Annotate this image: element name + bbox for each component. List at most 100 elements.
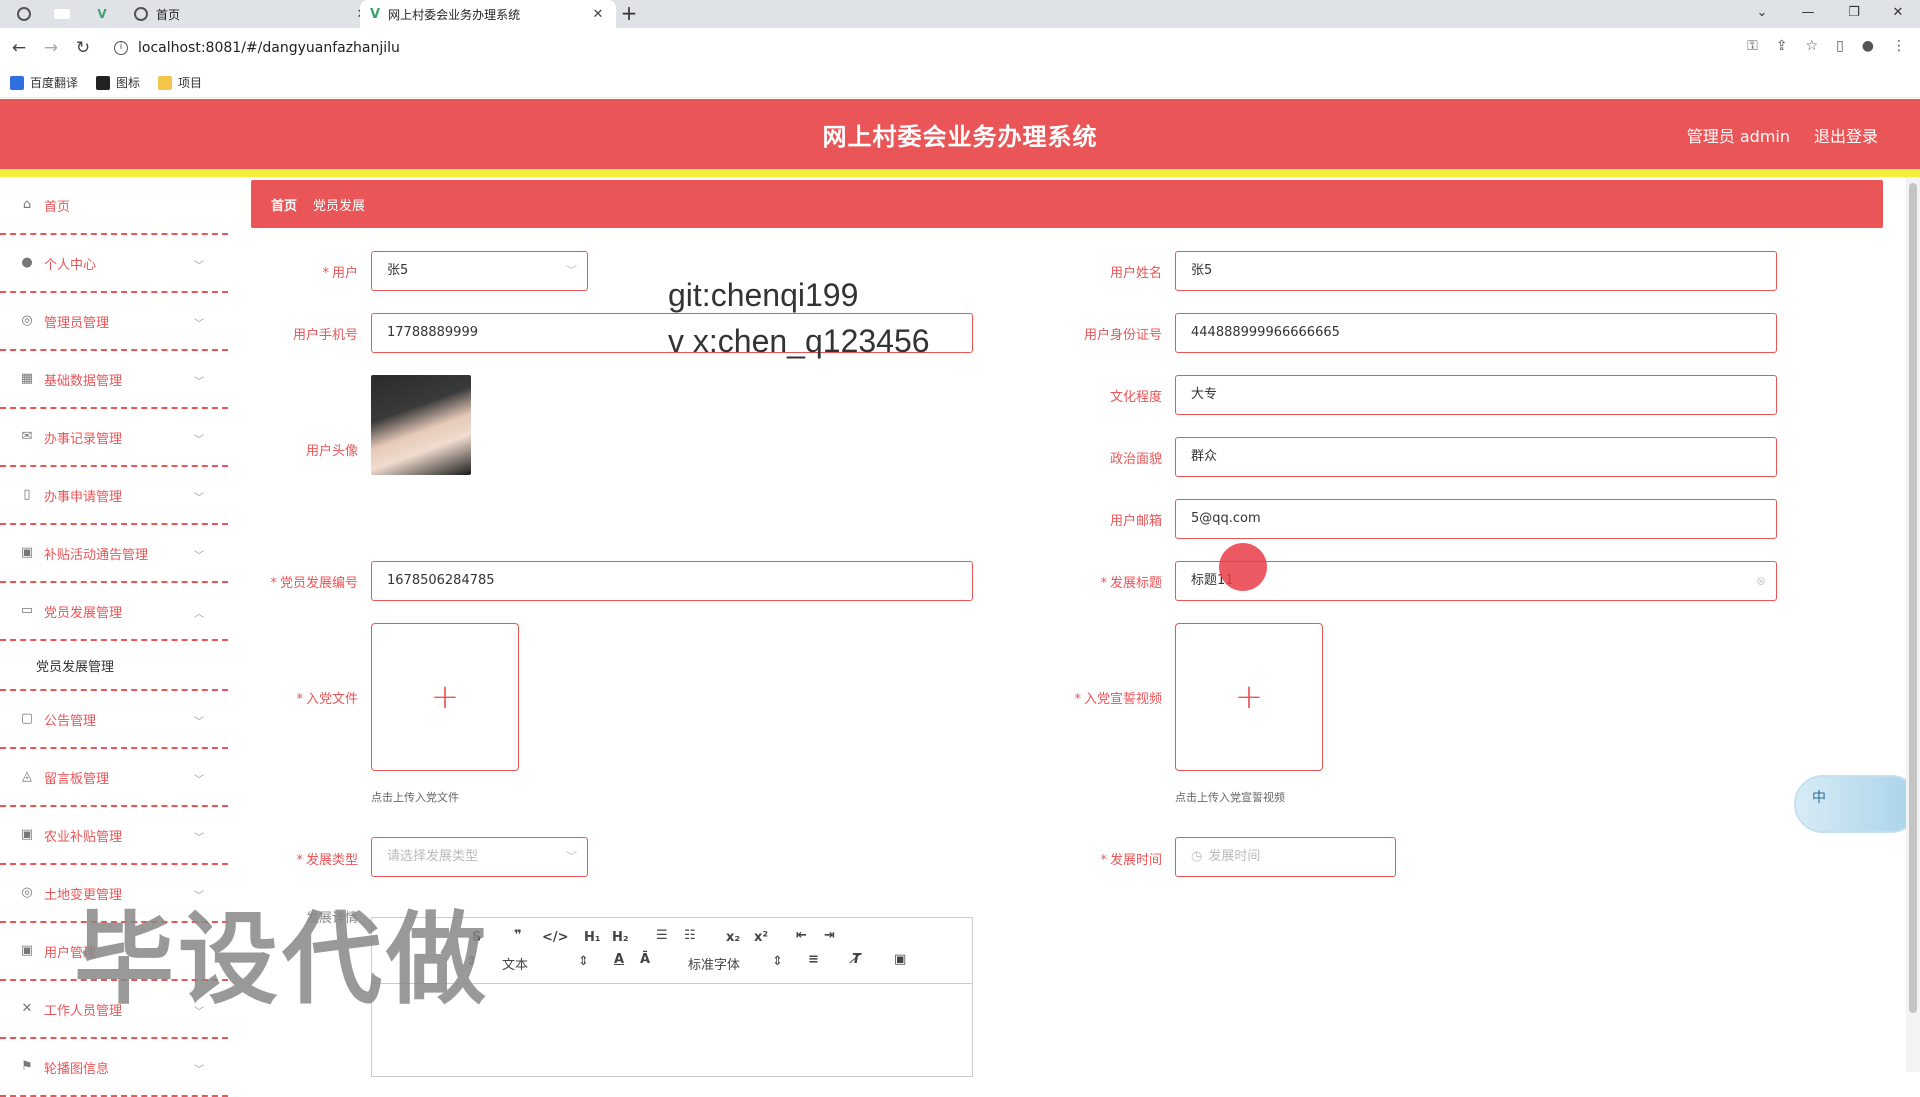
chevron-down-icon: ﹀ — [194, 551, 204, 562]
bullet-list-icon[interactable]: ☷ — [684, 928, 696, 943]
folder-icon — [158, 75, 173, 90]
info-icon[interactable]: i — [114, 41, 128, 55]
tab-favicon-1[interactable] — [6, 0, 42, 28]
font-family-caret[interactable]: ⇕ — [772, 954, 783, 969]
quote-icon[interactable]: ❞ — [514, 928, 522, 943]
joinfile-upload[interactable]: + — [371, 623, 519, 771]
sidebar-item-announcements[interactable]: ▢ 公告管理 ﹀ — [0, 691, 228, 749]
tab-system[interactable]: V 网上村委会业务办理系统 ✕ — [360, 0, 616, 28]
blank-page-icon — [54, 9, 70, 19]
ordered-list-icon[interactable]: ☰ — [656, 928, 668, 943]
restore-icon[interactable]: ❐ — [1832, 0, 1876, 28]
sidepanel-icon[interactable]: ▯ — [1836, 38, 1844, 54]
sidebar-item-basedata[interactable]: ▦ 基础数据管理 ﹀ — [0, 351, 228, 409]
header-accent-bar — [0, 169, 1920, 177]
plus-icon: + — [430, 677, 460, 717]
clear-icon[interactable]: ⊗ — [1756, 562, 1766, 600]
sidebar-item-home[interactable]: ⌂ 首页 — [0, 177, 228, 235]
video-hint: 点击上传入党宣誓视频 — [1175, 791, 1285, 804]
sidebar-item-party-dev[interactable]: ▭ 党员发展管理 ︿ — [0, 583, 228, 641]
clear-format-icon[interactable]: T̸ — [852, 952, 861, 967]
video-label: * 入党宣誓视频 — [1074, 692, 1162, 707]
grid-icon: ▦ — [20, 371, 34, 386]
ime-floating-widget[interactable]: 中 — [1794, 775, 1920, 833]
breadcrumb: 首页 党员发展 — [251, 180, 1883, 228]
translate-icon — [10, 75, 24, 90]
superscript-icon[interactable]: x² — [754, 930, 768, 945]
h2-icon[interactable]: H₂ — [612, 930, 629, 945]
code-icon[interactable]: </> — [542, 930, 569, 945]
close-icon[interactable]: ✕ — [590, 7, 606, 22]
chevron-down-icon: ﹀ — [194, 833, 204, 844]
sidebar-subitem-party-dev[interactable]: 党员发展管理 — [0, 641, 228, 691]
address-bar: ← → ↻ i localhost:8081/#/dangyuanfazhanj… — [0, 28, 1920, 68]
idcard-input[interactable]: 444888999966666665 — [1175, 313, 1777, 353]
back-icon[interactable]: ← — [6, 38, 32, 58]
devtime-label: * 发展时间 — [1100, 853, 1162, 868]
font-family-select[interactable]: 标准字体 — [688, 954, 740, 973]
new-tab-button[interactable]: + — [616, 2, 642, 26]
tab-favicon-2[interactable] — [44, 0, 80, 28]
window-close-icon[interactable]: ✕ — [1876, 0, 1920, 28]
joinfile-label: * 入党文件 — [296, 692, 358, 707]
devno-input[interactable]: 1678506284785 — [371, 561, 973, 601]
bg-color-icon[interactable]: Ā — [640, 952, 650, 967]
bookmark-item[interactable]: 项目 — [158, 74, 202, 91]
indent-right-icon[interactable]: ⇥ — [824, 928, 835, 943]
sidebar-item-messages[interactable]: ◬ 留言板管理 ﹀ — [0, 749, 228, 807]
user-icon: ● — [21, 255, 33, 270]
star-icon[interactable]: ☆ — [1806, 38, 1819, 54]
watermark-contact: git:chenqi199 v x:chen_q123456 — [668, 277, 930, 359]
plus-icon: + — [1234, 677, 1264, 717]
globe-icon — [134, 7, 148, 21]
phone-label: 用户手机号 — [292, 328, 358, 343]
devno-label: * 党员发展编号 — [270, 576, 358, 591]
subscript-icon[interactable]: x₂ — [726, 930, 740, 945]
breadcrumb-current: 党员发展 — [313, 198, 366, 214]
avatar-label: 用户头像 — [305, 444, 358, 459]
url-field[interactable]: i localhost:8081/#/dangyuanfazhanjilu — [114, 34, 1694, 62]
email-input[interactable]: 5@qq.com — [1175, 499, 1777, 539]
reload-icon[interactable]: ↻ — [70, 38, 96, 58]
devtime-picker[interactable]: ◷ 发展时间 — [1175, 837, 1396, 877]
username-input[interactable]: 张5 — [1175, 251, 1777, 291]
sidebar-item-admin[interactable]: ◎ 管理员管理 ﹀ — [0, 293, 228, 351]
sidebar-item-agri-subsidy[interactable]: ▣ 农业补贴管理 ﹀ — [0, 807, 228, 865]
menu-dots-icon[interactable]: ⋮ — [1892, 38, 1906, 54]
sidebar-item-carousel[interactable]: ⚑ 轮播图信息 ﹀ — [0, 1039, 228, 1097]
education-input[interactable]: 大专 — [1175, 375, 1777, 415]
page-scrollbar[interactable] — [1906, 177, 1920, 1072]
share-icon[interactable]: ⇪ — [1776, 38, 1788, 54]
political-input[interactable]: 群众 — [1175, 437, 1777, 477]
logout-link[interactable]: 退出登录 — [1814, 123, 1878, 147]
text-style-select[interactable]: 文本 — [502, 954, 528, 973]
sidebar-item-records[interactable]: ✉ 办事记录管理 ﹀ — [0, 409, 228, 467]
font-color-icon[interactable]: A — [614, 952, 624, 967]
forward-icon[interactable]: → — [38, 38, 64, 58]
indent-left-icon[interactable]: ⇤ — [796, 928, 807, 943]
video-upload[interactable]: + — [1175, 623, 1323, 771]
user-label: * 用户 — [322, 266, 358, 281]
bookmark-item[interactable]: 百度翻译 — [10, 74, 78, 91]
sidebar-item-subsidy-notice[interactable]: ▣ 补贴活动通告管理 ﹀ — [0, 525, 228, 583]
sidebar-item-applications[interactable]: ▯ 办事申请管理 ﹀ — [0, 467, 228, 525]
sidebar-item-profile[interactable]: ● 个人中心 ﹀ — [0, 235, 228, 293]
key-icon[interactable]: ⚿ — [1747, 38, 1758, 54]
breadcrumb-home[interactable]: 首页 — [271, 195, 297, 214]
insert-image-icon[interactable]: ▣ — [894, 952, 906, 967]
image-icon — [96, 75, 111, 90]
text-style-caret[interactable]: ⇕ — [578, 954, 589, 969]
profile-icon[interactable]: ● — [1862, 38, 1874, 54]
bookmark-item[interactable]: 图标 — [96, 74, 140, 91]
devtype-select[interactable]: 请选择发展类型 ﹀ — [371, 837, 588, 877]
scrollbar-thumb[interactable] — [1909, 183, 1917, 1013]
phone-icon: ▯ — [23, 487, 31, 502]
tab-search-icon[interactable]: ⌄ — [1740, 0, 1784, 28]
minimize-icon[interactable]: — — [1786, 0, 1830, 28]
user-select[interactable]: 张5 ﹀ — [371, 251, 588, 291]
target-icon: ◎ — [21, 885, 33, 900]
h1-icon[interactable]: H₁ — [584, 930, 601, 945]
tab-favicon-3[interactable]: V — [84, 0, 120, 28]
tab-home[interactable]: 首页 ✕ — [124, 0, 380, 28]
align-icon[interactable]: ≡ — [808, 952, 819, 967]
